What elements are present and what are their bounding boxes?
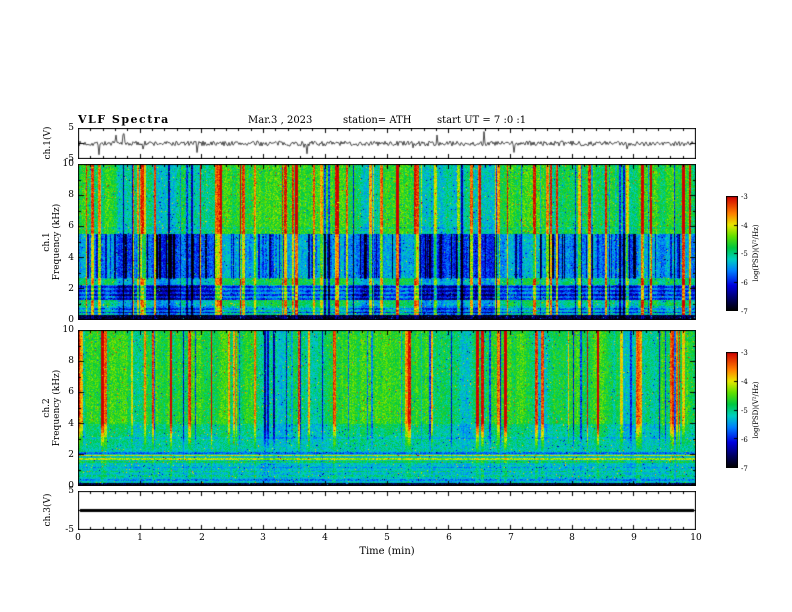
figure-start-ut: start UT = 7 :0 :1 bbox=[437, 115, 527, 126]
ch1-colorbar-label: log(PSD)(V²/Hz) bbox=[750, 203, 762, 303]
x-tick-label: 0 bbox=[75, 533, 81, 543]
ch2-spectrogram-canvas bbox=[78, 330, 696, 486]
figure-title: VLF Spectra bbox=[78, 113, 170, 126]
ch2-colorbar-label: log(PSD)(V²/Hz) bbox=[750, 360, 762, 460]
colorbar-tick: -4 bbox=[741, 378, 748, 386]
x-tick-label: 6 bbox=[446, 533, 452, 543]
x-tick-label: 9 bbox=[631, 533, 637, 543]
colorbar-tick: -5 bbox=[741, 407, 748, 415]
colorbar-tick: -3 bbox=[741, 193, 748, 201]
colorbar-tick: -3 bbox=[741, 349, 748, 357]
colorbar-tick: -6 bbox=[741, 436, 748, 444]
figure-date: Mar.3 , 2023 bbox=[248, 115, 313, 126]
x-tick-label: 4 bbox=[322, 533, 328, 543]
ch1-spec-ylabel-line1: ch.1 bbox=[42, 232, 52, 252]
x-tick-label: 3 bbox=[260, 533, 266, 543]
ch1-spectrogram-canvas bbox=[78, 164, 696, 320]
ch1-colorbar bbox=[726, 196, 738, 311]
ch1-spec-ytick: 10 bbox=[62, 159, 74, 169]
ch1-wave-ylabel-text: ch.1(V) bbox=[43, 126, 53, 160]
ch2-colorbar-label-text: log(PSD)(V²/Hz) bbox=[752, 381, 760, 439]
x-tick-label: 8 bbox=[569, 533, 575, 543]
ch1-spec-ylabel-line2: Frequency (kHz) bbox=[52, 203, 62, 281]
x-tick-label: 7 bbox=[508, 533, 514, 543]
ch2-spec-ylabel-line2: Frequency (kHz) bbox=[52, 369, 62, 447]
ch3-wave-ylabel: ch.3(V) bbox=[42, 480, 54, 540]
ch2-spec-ytick: 10 bbox=[62, 325, 74, 335]
x-tick-label: 1 bbox=[137, 533, 143, 543]
colorbar-tick: -6 bbox=[741, 279, 748, 287]
figure-station: station= ATH bbox=[343, 115, 412, 126]
x-tick-label: 2 bbox=[199, 533, 205, 543]
x-axis-label: Time (min) bbox=[359, 546, 415, 557]
x-tick-label: 10 bbox=[690, 533, 702, 543]
vlf-spectra-figure: VLF Spectra Mar.3 , 2023 station= ATH st… bbox=[0, 0, 792, 612]
ch2-colorbar bbox=[726, 352, 738, 468]
ch1-spec-ylabel: ch.1 Frequency (kHz) bbox=[40, 187, 64, 297]
colorbar-tick: -7 bbox=[741, 308, 748, 316]
ch3-wave-ylabel-text: ch.3(V) bbox=[43, 493, 53, 527]
x-tick-label: 5 bbox=[384, 533, 390, 543]
ch2-spec-ylabel-line1: ch.2 bbox=[42, 398, 52, 418]
colorbar-tick: -7 bbox=[741, 465, 748, 473]
ch3-waveform-canvas bbox=[78, 491, 696, 530]
colorbar-tick: -4 bbox=[741, 222, 748, 230]
colorbar-tick: -5 bbox=[741, 250, 748, 258]
ch1-colorbar-label-text: log(PSD)(V²/Hz) bbox=[752, 224, 760, 282]
ch1-waveform-canvas bbox=[78, 128, 696, 159]
ch2-spec-ylabel: ch.2 Frequency (kHz) bbox=[40, 353, 64, 463]
ch1-spec-ytick: 0 bbox=[68, 315, 74, 325]
